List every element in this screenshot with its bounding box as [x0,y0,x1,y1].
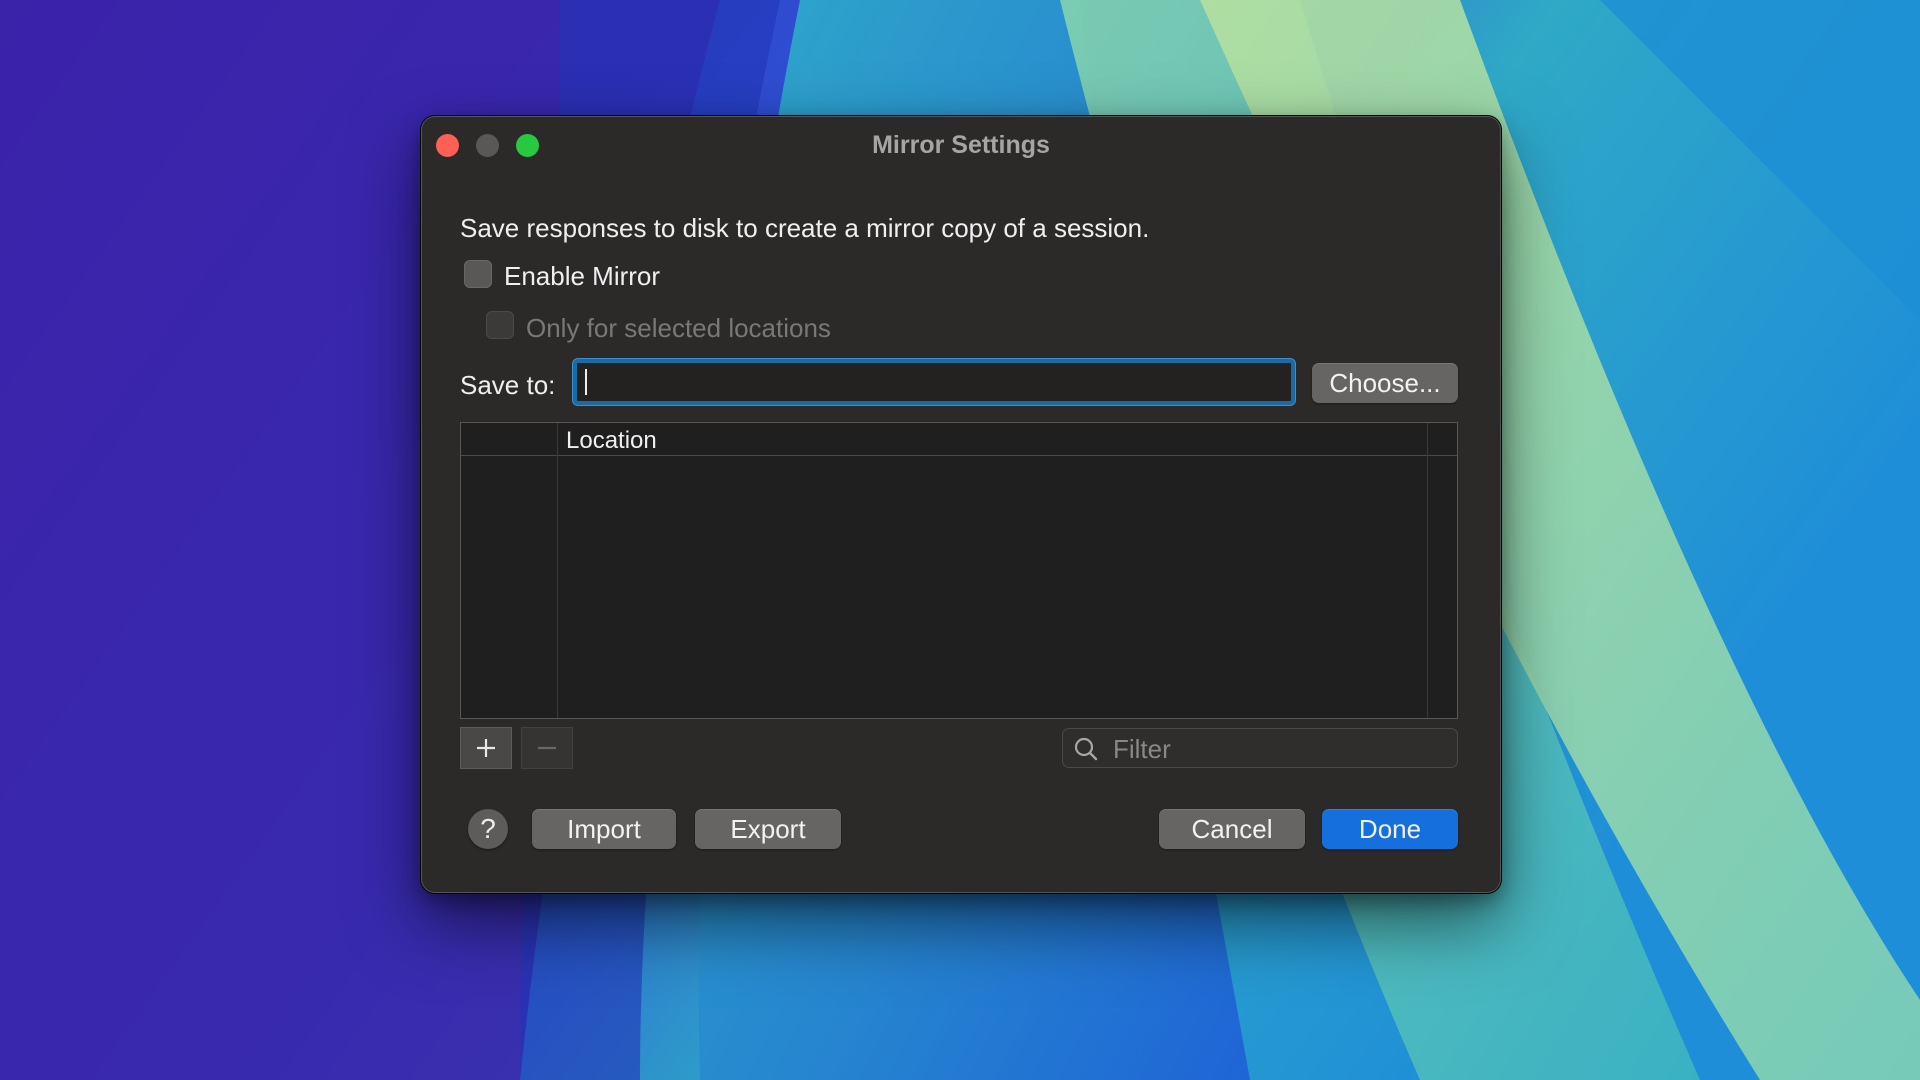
help-button[interactable]: ? [468,809,508,849]
enable-mirror-label[interactable]: Enable Mirror [504,261,660,292]
locations-table[interactable]: Location [460,422,1458,719]
import-button[interactable]: Import [532,809,676,849]
column-header-location[interactable]: Location [566,427,657,455]
only-selected-locations-checkbox [486,311,514,339]
plus-icon [477,739,495,757]
minus-icon [538,746,556,750]
filter-field[interactable] [1062,728,1458,769]
save-to-label: Save to: [460,370,556,400]
choose-button[interactable]: Choose... [1312,363,1458,403]
only-selected-locations-label: Only for selected locations [526,313,831,343]
enable-mirror-checkbox[interactable] [464,260,492,288]
column-divider [557,423,558,718]
cancel-button[interactable]: Cancel [1159,809,1305,849]
dialog-description: Save responses to disk to create a mirro… [460,213,1150,243]
done-button[interactable]: Done [1322,809,1458,849]
text-caret [585,369,587,395]
filter-input[interactable] [1111,729,1445,769]
table-header: Location [461,423,1457,456]
column-divider [1427,423,1428,718]
save-to-input[interactable] [577,363,1291,401]
magnifier-icon [1074,737,1098,761]
window-title: Mirror Settings [872,131,1050,159]
export-button[interactable]: Export [695,809,841,849]
add-location-button[interactable] [460,727,512,769]
save-to-field[interactable] [573,359,1295,405]
mirror-settings-dialog: Mirror Settings Save responses to disk t… [421,116,1501,893]
remove-location-button [521,727,573,769]
